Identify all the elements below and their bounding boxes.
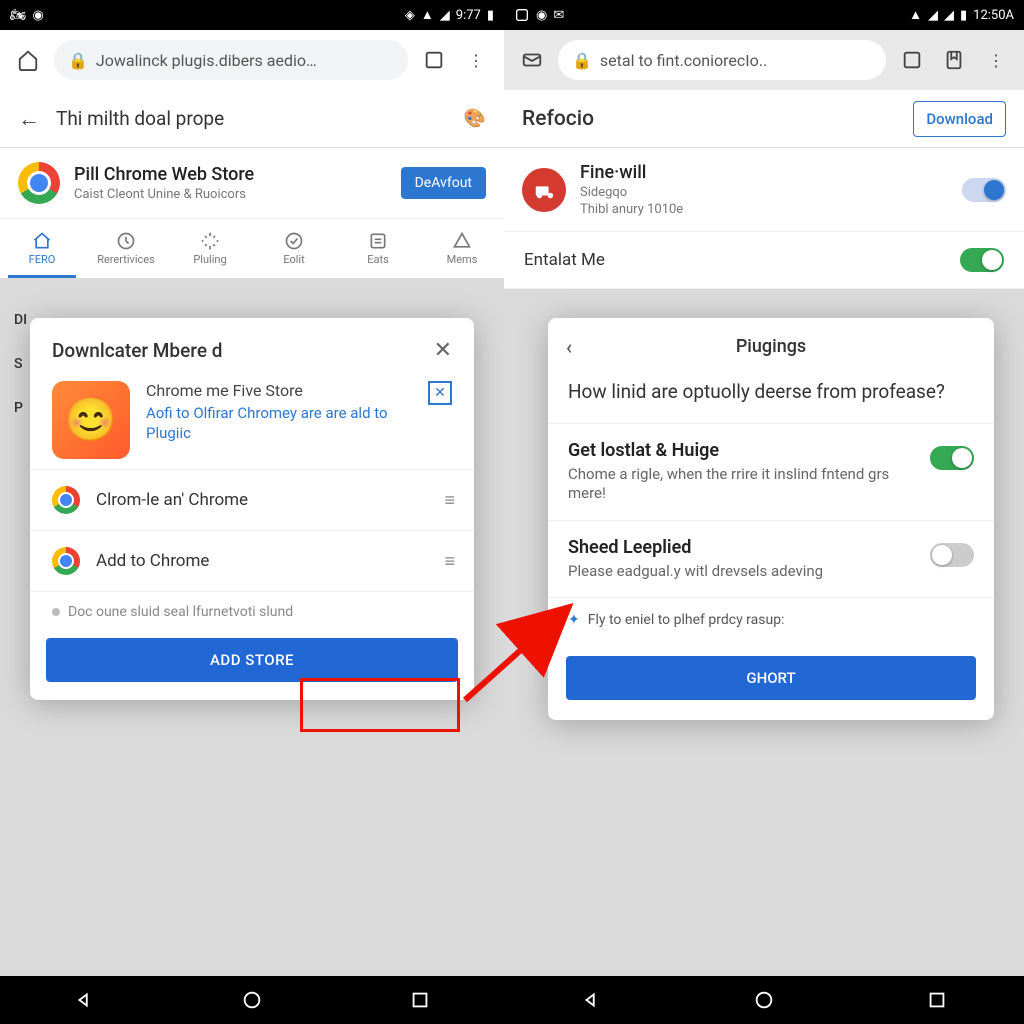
address-bar-left[interactable]: 🔒 Jowalinck plugis.dibers aedio… [54, 40, 408, 80]
plugins-sheet: ‹ Piugings How linid are optuolly deerse… [548, 318, 994, 720]
tab-mems[interactable]: Mems [420, 219, 504, 278]
nav-recents-icon[interactable] [926, 989, 948, 1011]
tab-eolit[interactable]: Eolit [252, 219, 336, 278]
download-button[interactable]: Download [913, 101, 1006, 137]
store-title: Pill Chrome Web Store [74, 164, 387, 185]
nav-home-icon[interactable] [241, 989, 263, 1011]
colorful-icon[interactable]: 🎨 [464, 108, 486, 129]
entalat-toggle[interactable] [960, 248, 1004, 272]
signal-icon: ◢ [440, 8, 450, 23]
system-nav-right [504, 976, 1024, 1024]
nav-recents-icon[interactable] [409, 989, 431, 1011]
tab-rerertivices[interactable]: Rerertivices [84, 219, 168, 278]
sheet-title: Piugings [736, 336, 806, 357]
back-arrow-icon[interactable]: ← [18, 106, 40, 132]
address-bar-right[interactable]: 🔒 setal to fint.coniorecIo.. [558, 40, 886, 80]
tab-fero[interactable]: FERO [0, 219, 84, 278]
motorbike-icon: 🏍 [10, 8, 27, 23]
tabs-icon[interactable] [896, 44, 928, 76]
browser-toolbar-left: 🔒 Jowalinck plugis.dibers aedio… ⋮ [0, 30, 504, 90]
chrome-logo-icon [18, 162, 60, 204]
tab-eats[interactable]: Eats [336, 219, 420, 278]
signal-icon: ◢ [944, 8, 954, 23]
add-store-button[interactable]: ADD STORE [46, 638, 458, 682]
extension-icon: 😊 [52, 381, 130, 459]
browser-toolbar-right: 🔒 setal to fint.coniorecIo.. ⋮ [504, 30, 1024, 90]
mail-icon: ✉ [553, 8, 564, 23]
menu-icon[interactable]: ⋮ [460, 44, 492, 76]
url-text: setal to fint.coniorecIo.. [600, 51, 767, 70]
bullet-icon [52, 608, 60, 616]
ghort-button[interactable]: GHORT [566, 656, 976, 700]
sheet-note: ✦ Fly to eniel to plhef prdcy rasup: [548, 598, 994, 642]
menu-icon[interactable]: ⋮ [980, 44, 1012, 76]
sheet-question: How linid are optuolly deerse from profe… [548, 375, 994, 424]
nav-back-icon[interactable] [580, 989, 602, 1011]
app-row: Fine·will Sidegqo Thibl anury 1010e [504, 148, 1024, 232]
home-icon[interactable] [12, 44, 44, 76]
page-title: Thi milth doal prope [56, 107, 224, 130]
option-sheed[interactable]: Sheed Leeplied Please eadgual.y witl dre… [548, 521, 994, 599]
option-chrome-lean[interactable]: Clrom-le an' Chrome ≡ [30, 469, 474, 530]
entalat-row[interactable]: Entalat Me [504, 232, 1024, 289]
tab-pluling[interactable]: Pluling [168, 219, 252, 278]
page-title: Refocio [522, 107, 594, 131]
option2-toggle[interactable] [930, 543, 974, 567]
lock-icon: 🔒 [68, 51, 88, 70]
info-icon: ✦ [568, 612, 580, 628]
square-icon [514, 7, 530, 23]
clock-text: 9:77 [456, 8, 481, 23]
lock-icon: 🔒 [572, 51, 592, 70]
clock-text: 12:50A [973, 8, 1014, 23]
circle-icon: ◉ [536, 8, 547, 23]
battery-icon: ▮ [960, 8, 967, 23]
sheet-line1: Chrome me Five Store [146, 381, 412, 400]
nav-back-icon[interactable] [73, 989, 95, 1011]
dismiss-box-icon[interactable]: ✕ [428, 381, 452, 405]
sheet-back-icon[interactable]: ‹ [566, 335, 572, 359]
store-action-button[interactable]: DeAvfout [401, 167, 486, 199]
system-nav-left [0, 976, 504, 1024]
url-text: Jowalinck plugis.dibers aedio… [96, 51, 317, 70]
wifi-icon: ▲ [909, 7, 922, 23]
drag-handle-icon[interactable]: ≡ [444, 490, 452, 511]
wifi-icon: ▲ [421, 7, 434, 23]
battery-icon: ▮ [487, 8, 494, 23]
store-subtitle: Caist Cleont Unine & Ruoicors [74, 187, 387, 202]
app-sub1: Sidegqo [580, 185, 948, 200]
app-sub2: Thibl anury 1010e [580, 202, 948, 217]
sheet-line2[interactable]: Aofi to Olfirar Chromey are are ald to P… [146, 404, 412, 443]
location-icon: ◈ [405, 8, 415, 23]
option-lostlat[interactable]: Get lostlat & Huige Chome a rigle, when … [548, 424, 994, 521]
close-icon[interactable]: ✕ [434, 338, 452, 363]
status-bar-right: ◉ ✉ ▲ ◢ ◢ ▮ 12:50A [504, 0, 1024, 30]
app-icon [522, 168, 566, 212]
tabs-icon[interactable] [418, 44, 450, 76]
category-tabs: FERO Rerertivices Pluling Eolit Eats Mem… [0, 219, 504, 279]
download-sheet: Downlcater Mbere d ✕ 😊 Chrome me Five St… [30, 318, 474, 700]
drag-handle-icon[interactable]: ≡ [444, 551, 452, 572]
page-header-right: Refocio Download [504, 90, 1024, 148]
page-header-left: ← Thi milth doal prope 🎨 [0, 90, 504, 148]
chrome-icon [52, 486, 80, 514]
sheet-title: Downlcater Mbere d [52, 339, 222, 362]
signal-icon: ◢ [928, 8, 938, 23]
app-title: Fine·will [580, 162, 948, 183]
app-toggle[interactable] [962, 178, 1006, 202]
circle-icon: ◉ [33, 8, 44, 23]
bookmark-icon[interactable] [938, 44, 970, 76]
option-add-chrome[interactable]: Add to Chrome ≡ [30, 530, 474, 591]
option1-toggle[interactable] [930, 446, 974, 470]
store-row: Pill Chrome Web Store Caist Cleont Unine… [0, 148, 504, 219]
section-letters: DISP [14, 312, 27, 416]
status-bar-left: 🏍 ◉ ◈ ▲ ◢ 9:77 ▮ [0, 0, 504, 30]
sheet-note: Doc oune sluid seal lfurnetvoti slund [30, 591, 474, 638]
chrome-icon [52, 547, 80, 575]
mail-outline-icon[interactable] [516, 44, 548, 76]
nav-home-icon[interactable] [753, 989, 775, 1011]
